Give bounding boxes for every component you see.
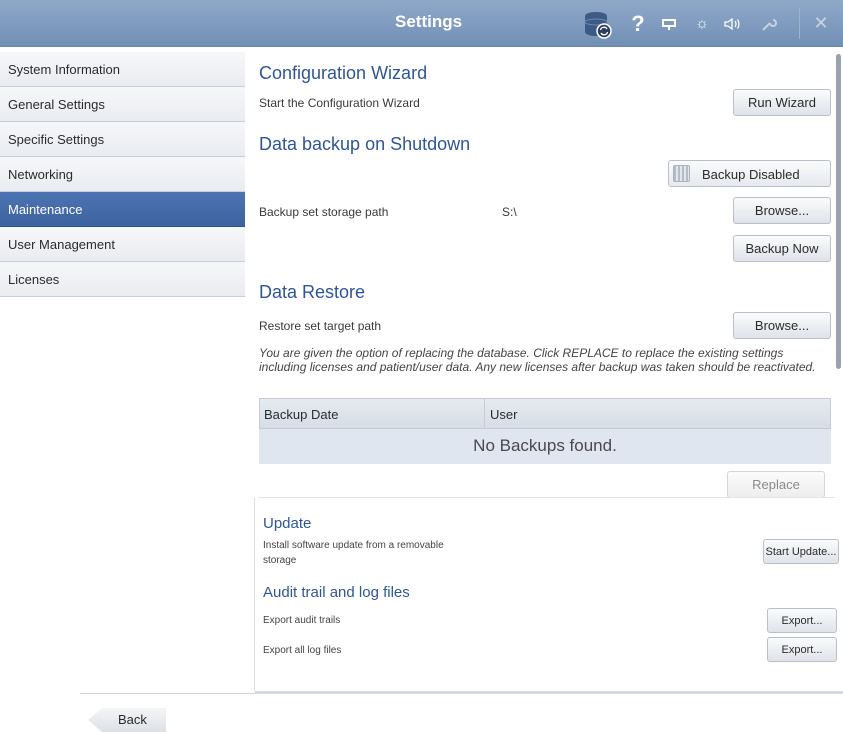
table-body: No Backups found.: [259, 429, 831, 464]
replace-button[interactable]: Replace: [727, 471, 825, 498]
sidebar-item-system-information[interactable]: System Information: [0, 52, 245, 87]
back-button-label: Back: [118, 712, 147, 727]
run-wizard-button[interactable]: Run Wizard: [733, 89, 831, 116]
help-icon[interactable]: ?: [626, 0, 650, 47]
sidebar: System Information General Settings Spec…: [0, 52, 245, 297]
restore-note: You are given the option of replacing th…: [259, 346, 816, 374]
backup-toggle[interactable]: Backup Disabled: [668, 160, 831, 187]
sidebar-item-specific-settings[interactable]: Specific Settings: [0, 122, 245, 157]
backup-path-label: Backup set storage path: [259, 205, 389, 219]
backups-table: Backup Date User No Backups found.: [259, 398, 831, 464]
close-icon[interactable]: ✕: [806, 0, 836, 47]
sidebar-item-user-management[interactable]: User Management: [0, 227, 245, 262]
volume-icon[interactable]: [720, 0, 746, 47]
back-button[interactable]: Back: [88, 708, 166, 732]
wrench-icon[interactable]: [756, 0, 782, 47]
data-backup-title: Data backup on Shutdown: [259, 134, 471, 154]
backup-path-value: S:\: [502, 205, 517, 219]
sidebar-item-licenses[interactable]: Licenses: [0, 262, 245, 297]
toggle-handle[interactable]: [673, 165, 690, 182]
column-header-user[interactable]: User: [490, 407, 517, 422]
display-icon[interactable]: [657, 0, 681, 47]
backup-now-button[interactable]: Backup Now: [733, 235, 831, 262]
column-header-backup-date[interactable]: Backup Date: [264, 407, 338, 422]
sidebar-item-general-settings[interactable]: General Settings: [0, 87, 245, 122]
update-title: Update: [263, 515, 312, 532]
update-description: Install software update from a removable…: [263, 540, 444, 566]
column-divider: [484, 399, 485, 428]
export-audit-trails-button[interactable]: Export...: [767, 608, 837, 633]
export-audit-trails-label: Export audit trails: [263, 615, 341, 626]
export-log-files-button[interactable]: Export...: [767, 637, 837, 662]
empty-table-message: No Backups found.: [473, 436, 617, 455]
brightness-icon[interactable]: ☼: [690, 0, 714, 47]
lower-panel: Update Install software update from a re…: [255, 498, 843, 693]
restore-path-label: Restore set target path: [259, 319, 382, 333]
configuration-wizard-description: Start the Configuration Wizard: [259, 96, 420, 110]
start-update-button[interactable]: Start Update...: [763, 539, 839, 564]
footer-divider: [80, 693, 255, 694]
title-bar: Settings ? ☼ ✕: [0, 0, 843, 47]
lower-panel-bottom-border: [255, 691, 843, 694]
sidebar-item-maintenance[interactable]: Maintenance: [0, 192, 245, 227]
configuration-wizard-title: Configuration Wizard: [259, 63, 428, 83]
title-bar-divider: [799, 8, 800, 39]
maintenance-panel: Configuration Wizard Start the Configura…: [245, 52, 843, 498]
export-log-files-label: Export all log files: [263, 645, 342, 656]
audit-trail-title: Audit trail and log files: [263, 584, 410, 601]
data-restore-title: Data Restore: [259, 282, 366, 302]
sidebar-item-networking[interactable]: Networking: [0, 157, 245, 192]
backup-toggle-label: Backup Disabled: [702, 167, 800, 182]
table-header: Backup Date User: [259, 398, 831, 429]
database-sync-icon[interactable]: [580, 0, 616, 47]
backup-browse-button[interactable]: Browse...: [733, 197, 831, 224]
restore-browse-button[interactable]: Browse...: [733, 312, 831, 339]
window-title: Settings: [395, 12, 463, 31]
vertical-scrollbar[interactable]: [836, 54, 841, 369]
